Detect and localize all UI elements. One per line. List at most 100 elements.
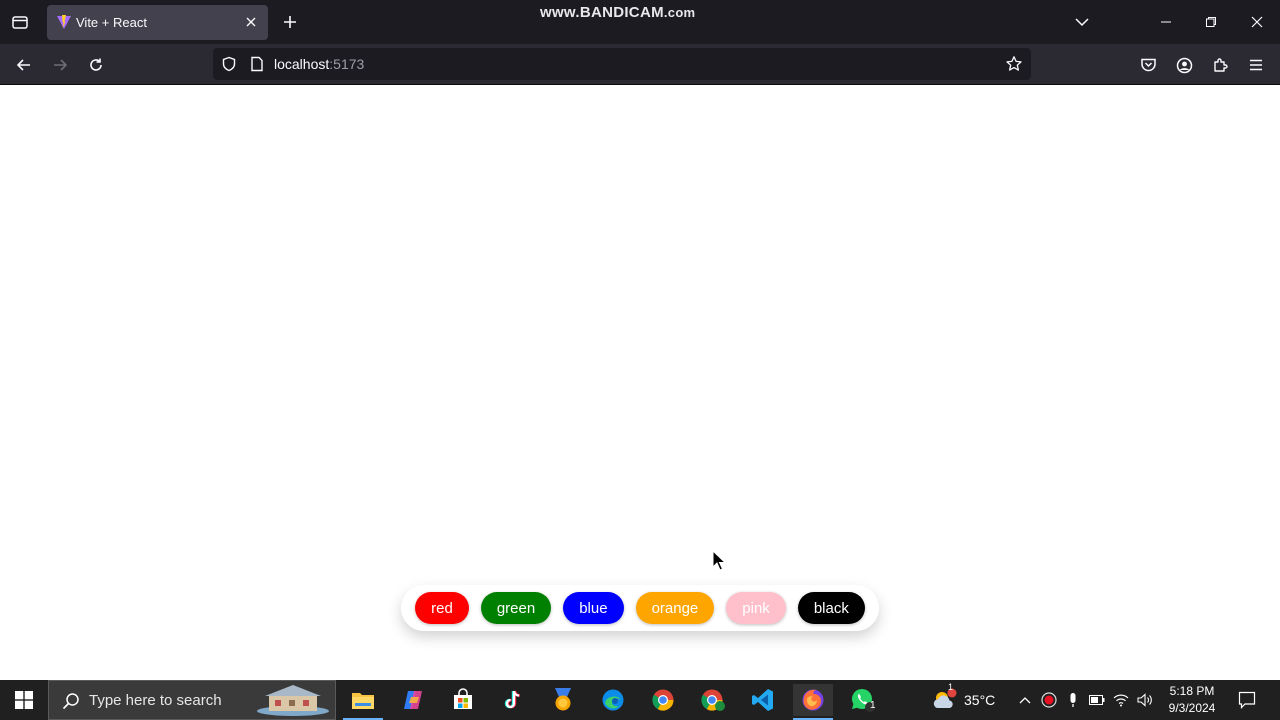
color-button-pink[interactable]: pink <box>726 592 786 624</box>
chrome-icon <box>652 689 674 711</box>
pocket-button[interactable] <box>1135 52 1161 78</box>
page-icon <box>251 56 263 72</box>
puzzle-icon <box>1213 57 1228 72</box>
tray-volume[interactable] <box>1134 684 1156 716</box>
close-icon <box>246 17 256 27</box>
battery-icon <box>1089 695 1105 705</box>
browser-titlebar: Vite + React www.BANDICAM.com <box>0 0 1280 44</box>
account-icon <box>1176 57 1192 73</box>
color-button-bar: red green blue orange pink black <box>401 585 879 631</box>
tray-recording[interactable] <box>1038 684 1060 716</box>
minimize-icon <box>1161 21 1171 23</box>
clock-date: 9/3/2024 <box>1168 701 1216 715</box>
taskbar-clock[interactable]: 5:18 PM 9/3/2024 <box>1160 683 1224 717</box>
search-highlight-illustration-icon[interactable] <box>255 683 331 717</box>
search-icon <box>62 693 79 710</box>
windows-taskbar: Type here to search 1 1 35°C 5:18 PM 9/3… <box>0 680 1280 720</box>
medal-icon <box>555 688 571 711</box>
taskbar-rewards[interactable] <box>543 684 583 716</box>
weather-badge: 1 <box>948 682 954 692</box>
taskbar-copilot[interactable] <box>393 684 433 716</box>
app-menu-button[interactable] <box>1243 52 1269 78</box>
forward-button[interactable] <box>47 52 73 78</box>
site-info-button[interactable] <box>247 54 267 74</box>
browser-toolbar: localhost:5173 <box>0 44 1280 85</box>
pocket-icon <box>1140 58 1156 72</box>
firefox-icon <box>802 689 824 711</box>
page-content: red green blue orange pink black <box>0 85 1280 680</box>
taskbar-whatsapp[interactable]: 1 <box>843 684 883 716</box>
start-button[interactable] <box>0 680 48 720</box>
minimize-button[interactable] <box>1152 8 1180 36</box>
url-host: localhost <box>274 56 330 72</box>
weather-widget[interactable]: 1 <box>924 682 964 716</box>
close-icon <box>1251 16 1263 28</box>
volume-icon <box>1137 693 1152 707</box>
taskbar-chrome-profile[interactable] <box>693 684 733 716</box>
store-icon <box>454 688 472 709</box>
new-tab-button[interactable] <box>278 10 302 34</box>
color-button-green[interactable]: green <box>480 592 552 624</box>
color-button-orange[interactable]: orange <box>635 592 715 624</box>
notification-icon <box>1238 691 1256 709</box>
weather-sun-cloud-icon <box>933 688 957 708</box>
color-button-red[interactable]: red <box>415 592 469 624</box>
whatsapp-badge: 1 <box>870 700 876 711</box>
tiktok-icon <box>504 690 521 709</box>
mouse-cursor-icon <box>712 550 726 571</box>
taskbar-firefox[interactable] <box>793 684 833 716</box>
account-button[interactable] <box>1171 52 1197 78</box>
arrow-right-icon <box>54 59 68 71</box>
extensions-button[interactable] <box>1207 52 1233 78</box>
record-icon <box>1041 692 1057 708</box>
vite-logo-icon <box>57 15 71 29</box>
taskbar-search-box[interactable]: Type here to search <box>48 680 336 720</box>
back-button[interactable] <box>11 52 37 78</box>
wifi-icon <box>1113 694 1129 707</box>
chevron-up-icon <box>1019 697 1031 704</box>
restore-icon <box>1206 17 1216 27</box>
tab-overflow-button[interactable] <box>1068 8 1096 36</box>
copilot-icon <box>404 691 422 709</box>
vscode-icon <box>752 689 773 711</box>
edge-icon <box>602 689 624 711</box>
taskbar-edge[interactable] <box>593 684 633 716</box>
close-tab-button[interactable] <box>242 13 260 31</box>
restore-button[interactable] <box>1197 8 1225 36</box>
taskbar-tiktok[interactable] <box>493 684 533 716</box>
bookmark-button[interactable] <box>1003 53 1025 75</box>
reload-button[interactable] <box>83 52 109 78</box>
tab-vite-react[interactable]: Vite + React <box>47 5 268 40</box>
address-bar[interactable]: localhost:5173 <box>213 48 1031 80</box>
shield-icon <box>222 56 236 72</box>
tray-microphone[interactable] <box>1062 684 1084 716</box>
chrome-profile-icon <box>701 689 725 711</box>
color-button-black[interactable]: black <box>797 592 865 624</box>
taskbar-vscode[interactable] <box>743 684 783 716</box>
star-icon <box>1006 56 1022 71</box>
tray-network[interactable] <box>1110 684 1132 716</box>
color-button-blue[interactable]: blue <box>563 592 624 624</box>
taskbar-file-explorer[interactable] <box>343 684 383 716</box>
url-text[interactable]: localhost:5173 <box>274 56 364 72</box>
tray-battery[interactable] <box>1086 684 1108 716</box>
clock-time: 5:18 PM <box>1169 684 1215 698</box>
url-port: :5173 <box>329 56 365 72</box>
folder-icon <box>352 693 374 709</box>
reload-icon <box>90 58 102 71</box>
taskbar-chrome[interactable] <box>643 684 683 716</box>
tracking-protection-button[interactable] <box>219 54 239 74</box>
plus-icon <box>284 16 296 28</box>
watermark-suffix: .com <box>663 5 696 20</box>
notification-center-button[interactable] <box>1230 684 1264 716</box>
list-all-tabs-button[interactable] <box>8 10 32 34</box>
chevron-down-icon <box>1075 18 1089 27</box>
search-placeholder: Type here to search <box>89 692 222 709</box>
taskbar-microsoft-store[interactable] <box>443 684 483 716</box>
tabs-icon <box>12 16 28 29</box>
show-hidden-icons-button[interactable] <box>1014 684 1036 716</box>
watermark-main: www.BANDICAM <box>540 4 664 21</box>
weather-temperature[interactable]: 35°C <box>964 692 995 708</box>
bandicam-watermark: www.BANDICAM.com <box>540 4 695 21</box>
close-window-button[interactable] <box>1243 8 1271 36</box>
